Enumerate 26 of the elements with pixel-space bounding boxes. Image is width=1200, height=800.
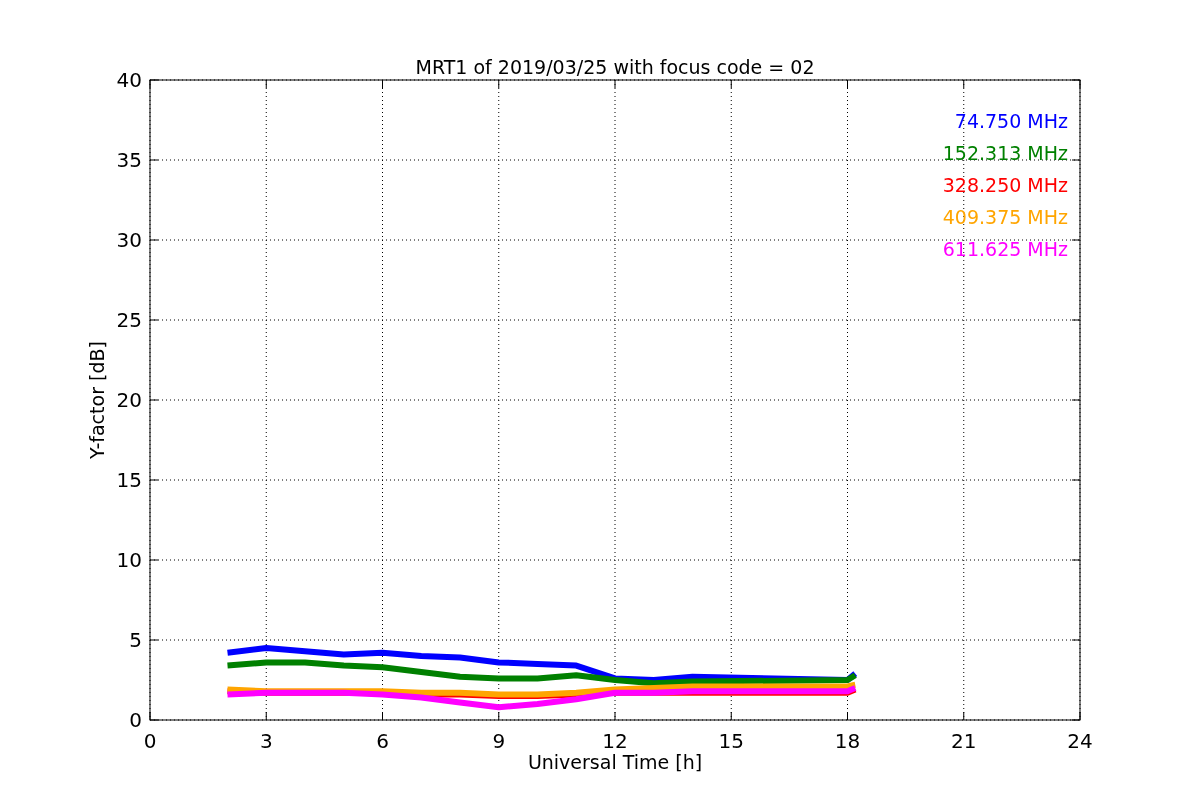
legend-entry: 611.625 MHz xyxy=(942,238,1068,260)
legend-entry: 74.750 MHz xyxy=(954,110,1068,132)
x-tick-label: 18 xyxy=(834,729,861,753)
y-tick-label: 20 xyxy=(116,388,142,412)
y-tick-label: 30 xyxy=(116,228,142,252)
legend-entry: 152.313 MHz xyxy=(942,142,1068,164)
y-tick-label: 40 xyxy=(116,68,142,92)
x-tick-label: 12 xyxy=(602,729,628,753)
x-tick-label: 15 xyxy=(718,729,744,753)
chart-title: MRT1 of 2019/03/25 with focus code = 02 xyxy=(415,56,815,78)
legend-entry: 328.250 MHz xyxy=(942,174,1068,196)
y-tick-label: 15 xyxy=(116,468,142,492)
x-tick-label: 6 xyxy=(376,729,389,753)
x-tick-label: 9 xyxy=(492,729,506,753)
x-tick-label: 24 xyxy=(1067,729,1093,753)
y-tick-label: 25 xyxy=(116,308,142,332)
y-tick-label: 35 xyxy=(116,148,142,172)
x-tick-label: 21 xyxy=(951,729,977,753)
x-tick-label: 3 xyxy=(259,729,273,753)
x-tick-label: 0 xyxy=(143,729,157,753)
y-axis-label: Y-factor [dB] xyxy=(86,341,108,459)
legend-entry: 409.375 MHz xyxy=(942,206,1068,228)
y-tick-label: 10 xyxy=(116,548,142,572)
y-tick-label: 5 xyxy=(129,628,142,652)
y-tick-label: 0 xyxy=(129,708,142,732)
x-axis-label: Universal Time [h] xyxy=(527,751,703,773)
